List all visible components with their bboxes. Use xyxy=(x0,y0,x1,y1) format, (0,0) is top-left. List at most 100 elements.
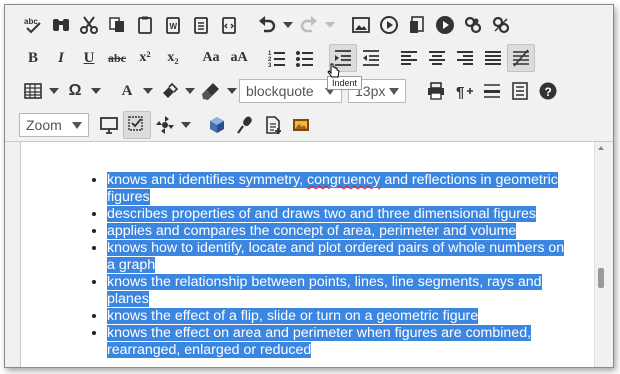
paragraph-marks-icon[interactable]: ¶ xyxy=(450,77,478,105)
paste-text-icon[interactable] xyxy=(187,11,215,39)
list-item[interactable]: knows how to identify, locate and plot o… xyxy=(107,240,567,274)
editor-toolbar: abc W B I U abc x² x₂ Aa aA 1 2 3 Ω A bl… xyxy=(5,5,613,142)
list-item[interactable]: describes properties of and draws two an… xyxy=(107,206,567,223)
list-item-text: describes properties of and draws two an… xyxy=(107,206,537,222)
widgets-dropdown-icon[interactable] xyxy=(179,111,193,139)
selected-text: knows the relationship between points, l… xyxy=(107,274,542,307)
selected-text: knows how to identify, locate and plot o… xyxy=(107,240,565,273)
link-icon[interactable] xyxy=(459,11,487,39)
font-color-dropdown-icon[interactable] xyxy=(141,77,155,105)
undo-icon[interactable] xyxy=(253,11,281,39)
insert-image-icon[interactable] xyxy=(287,111,315,139)
special-char-button[interactable]: Ω xyxy=(61,77,89,105)
strikethrough-label: abc xyxy=(108,50,126,65)
paint-brush-dropdown-icon[interactable] xyxy=(225,77,239,105)
align-right-icon[interactable] xyxy=(451,44,479,72)
list-item[interactable]: knows and identifies symmetry, congruenc… xyxy=(107,172,567,206)
font-color-button[interactable]: A xyxy=(113,77,141,105)
template-icon[interactable] xyxy=(506,77,534,105)
subscript-button[interactable]: x₂ xyxy=(159,44,187,72)
highlight-dropdown-icon[interactable] xyxy=(183,77,197,105)
list-item[interactable]: knows the effect of a flip, slide or tur… xyxy=(107,308,567,325)
editor-content-area[interactable]: knows and identifies symmetry, congruenc… xyxy=(20,142,597,367)
zoom-value: Zoom xyxy=(26,117,62,133)
omega-icon: Ω xyxy=(68,82,82,99)
paste-word-icon[interactable]: W xyxy=(159,11,187,39)
toolbar-row-4: Zoom xyxy=(19,109,315,141)
play-icon[interactable] xyxy=(431,11,459,39)
block-format-value: blockquote xyxy=(246,83,314,99)
special-char-dropdown-icon[interactable] xyxy=(89,77,103,105)
numbered-list-icon[interactable]: 123 xyxy=(263,44,291,72)
selected-text: knows the effect of a flip, slide or tur… xyxy=(107,308,479,324)
zoom-select[interactable]: Zoom xyxy=(19,113,89,137)
paste-icon[interactable] xyxy=(131,11,159,39)
mouse-cursor-icon xyxy=(327,63,340,78)
svg-text:3: 3 xyxy=(268,63,272,68)
chevron-down-icon xyxy=(389,87,399,95)
table-dropdown-icon[interactable] xyxy=(47,77,61,105)
italic-label: I xyxy=(58,49,64,66)
redo-icon[interactable] xyxy=(295,11,323,39)
scrollbar-thumb[interactable] xyxy=(598,268,604,288)
print-icon[interactable] xyxy=(422,77,450,105)
outdent-icon[interactable] xyxy=(357,44,385,72)
copy-icon[interactable] xyxy=(103,11,131,39)
font-larger-label: aA xyxy=(230,50,248,65)
preview-icon[interactable] xyxy=(95,111,123,139)
list-item[interactable]: knows the effect on area and perimeter w… xyxy=(107,325,567,359)
image-icon[interactable] xyxy=(347,11,375,39)
find-icon[interactable] xyxy=(47,11,75,39)
widgets-icon[interactable] xyxy=(151,111,179,139)
font-color-label: A xyxy=(121,82,133,99)
help-icon[interactable]: ? xyxy=(534,77,562,105)
misspelled-word[interactable]: congruency xyxy=(307,172,380,188)
align-justify-icon[interactable] xyxy=(479,44,507,72)
paste-html-icon[interactable] xyxy=(215,11,243,39)
redo-dropdown-icon[interactable] xyxy=(323,11,337,39)
bullet-list-icon[interactable] xyxy=(291,44,319,72)
font-larger-button[interactable]: aA xyxy=(225,44,253,72)
remove-format-icon[interactable] xyxy=(507,44,535,72)
selected-text: describes properties of and draws two an… xyxy=(107,206,537,222)
highlight-icon[interactable] xyxy=(155,77,183,105)
list-item[interactable]: knows the relationship between points, l… xyxy=(107,274,567,308)
vertical-scrollbar[interactable] xyxy=(594,142,607,367)
font-smaller-button[interactable]: Aa xyxy=(197,44,225,72)
paint-brush-icon[interactable] xyxy=(197,77,225,105)
media-icon[interactable] xyxy=(375,11,403,39)
list-item-text: knows how to identify, locate and plot o… xyxy=(107,240,565,273)
3d-object-icon[interactable] xyxy=(203,111,231,139)
select-all-icon[interactable] xyxy=(123,111,151,139)
font-smaller-label: Aa xyxy=(202,50,220,65)
selected-text: knows the effect on area and perimeter w… xyxy=(107,325,532,358)
italic-button[interactable]: I xyxy=(47,44,75,72)
list-item-text: knows and identifies symmetry, xyxy=(107,172,308,188)
bold-label: B xyxy=(27,49,38,66)
selected-text: knows and identifies symmetry, congruenc… xyxy=(107,172,558,205)
document-icon[interactable] xyxy=(403,11,431,39)
svg-text:abc: abc xyxy=(24,17,38,26)
list-item-text: knows the effect on area and perimeter w… xyxy=(107,325,532,358)
subscript-label: x₂ xyxy=(167,50,179,65)
scroll-up-icon[interactable] xyxy=(598,146,604,150)
superscript-button[interactable]: x² xyxy=(131,44,159,72)
microphone-icon[interactable] xyxy=(231,111,259,139)
strikethrough-button[interactable]: abc xyxy=(103,44,131,72)
undo-dropdown-icon[interactable] xyxy=(281,11,295,39)
align-left-icon[interactable] xyxy=(395,44,423,72)
svg-text:W: W xyxy=(170,22,178,31)
unlink-icon[interactable] xyxy=(487,11,515,39)
chevron-down-icon xyxy=(72,121,82,129)
cut-icon[interactable] xyxy=(75,11,103,39)
toolbar-row-3: Ω A blockquote 13px ¶ ? xyxy=(19,75,562,107)
list-item-text: knows the effect of a flip, slide or tur… xyxy=(107,308,479,324)
list-item[interactable]: applies and compares the concept of area… xyxy=(107,223,567,240)
bold-button[interactable]: B xyxy=(19,44,47,72)
table-icon[interactable] xyxy=(19,77,47,105)
insert-file-icon[interactable] xyxy=(259,111,287,139)
underline-button[interactable]: U xyxy=(75,44,103,72)
horizontal-rule-icon[interactable] xyxy=(478,77,506,105)
spellcheck-icon[interactable]: abc xyxy=(19,11,47,39)
align-center-icon[interactable] xyxy=(423,44,451,72)
